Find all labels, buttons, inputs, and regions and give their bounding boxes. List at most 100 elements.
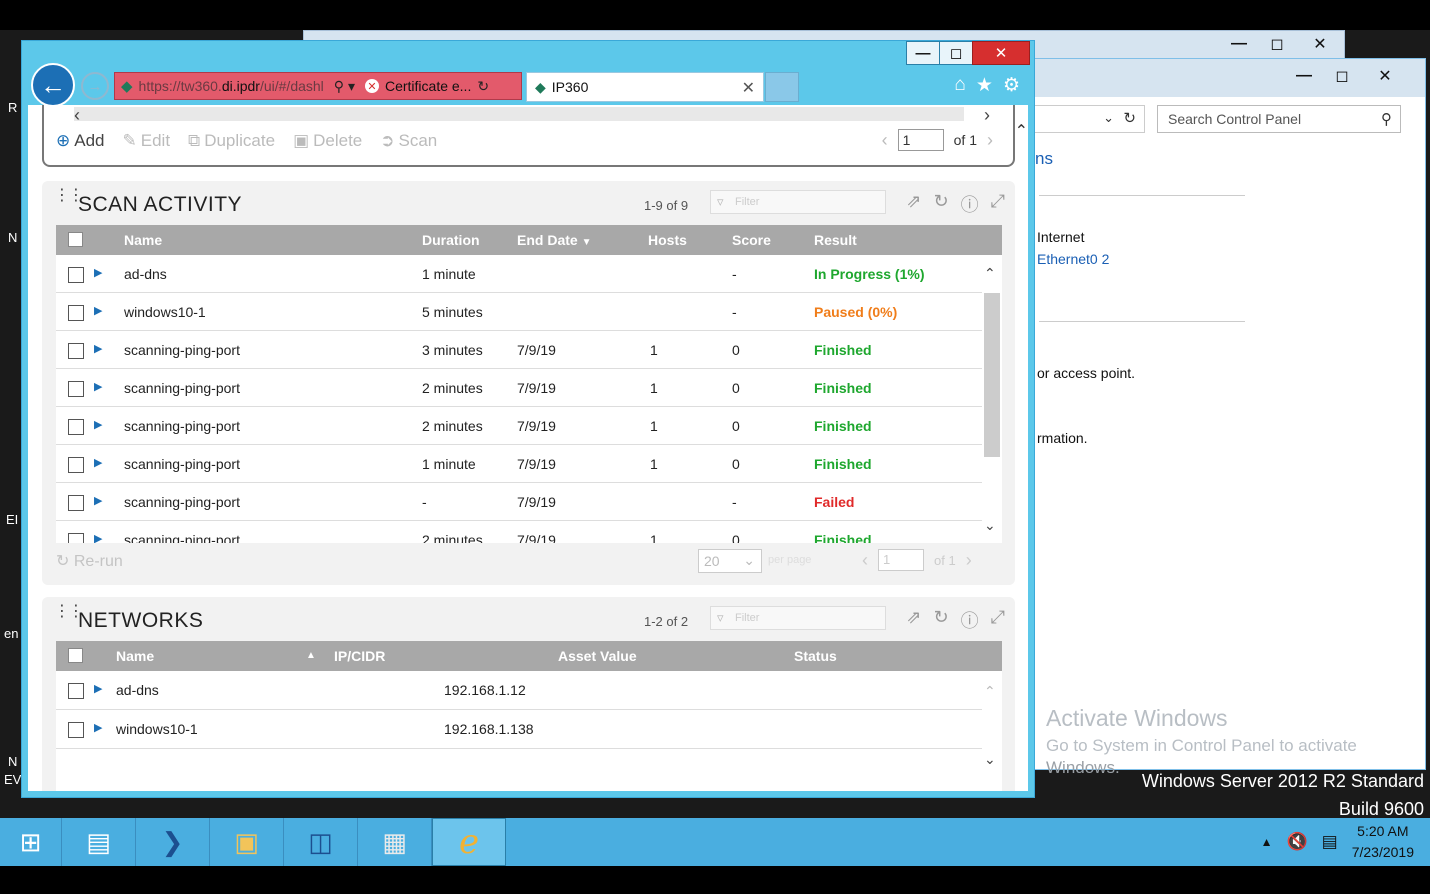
row-checkbox[interactable] (68, 343, 84, 359)
add-button[interactable]: ⊕ Add (56, 131, 105, 151)
chevron-right-icon[interactable]: › (966, 550, 972, 571)
column-hosts[interactable]: Hosts (648, 232, 687, 248)
expand-icon[interactable]: ⤢ (991, 191, 1005, 217)
taskbar-control-panel[interactable]: ▦ (358, 818, 432, 866)
maximize-icon[interactable]: ◻ (1323, 63, 1361, 89)
expand-row-icon[interactable]: ▶ (94, 682, 102, 695)
edit-button[interactable]: ✎ Edit (123, 131, 171, 151)
maximize-icon[interactable]: ◻ (1258, 31, 1296, 57)
maximize-icon[interactable]: ◻ (939, 41, 973, 65)
row-checkbox[interactable] (68, 495, 84, 511)
close-icon[interactable]: ✕ (1361, 63, 1409, 89)
networks-table-scrollbar[interactable]: ⌃ ⌄ (982, 671, 1002, 791)
row-checkbox[interactable] (68, 533, 84, 543)
chevron-right-icon[interactable]: › (984, 105, 990, 126)
show-hidden-icons-icon[interactable]: ▲ (1261, 835, 1273, 849)
expand-row-icon[interactable]: ▶ (94, 380, 102, 393)
minimize-icon[interactable]: — (906, 41, 940, 65)
chevron-down-icon[interactable]: ⌄ (1103, 110, 1114, 126)
expand-icon[interactable]: ⤢ (991, 607, 1005, 633)
row-checkbox[interactable] (68, 722, 84, 738)
table-row[interactable]: ▶ scanning-ping-port 2 minutes 7/9/19 1 0 Fini… (56, 407, 982, 445)
expand-row-icon[interactable]: ▶ (94, 456, 102, 469)
chevron-right-icon[interactable]: › (987, 130, 993, 151)
row-checkbox[interactable] (68, 683, 84, 699)
control-panel-titlebar[interactable]: — ◻ ✕ (1031, 59, 1425, 97)
scan-button[interactable]: ➲ Scan (380, 131, 437, 151)
certificate-error-label[interactable]: Certificate e... (385, 78, 471, 94)
help-icon[interactable]: ⓘ (961, 607, 979, 633)
page-scroll-up-icon[interactable]: ⌃ (1015, 121, 1028, 141)
page-input[interactable]: 1 (878, 549, 924, 571)
row-checkbox[interactable] (68, 305, 84, 321)
chevron-left-icon[interactable]: ‹ (74, 105, 80, 126)
row-checkbox[interactable] (68, 419, 84, 435)
chevron-left-icon[interactable]: ‹ (882, 130, 888, 151)
horizontal-scrollbar[interactable]: ‹ › (74, 105, 990, 125)
column-score[interactable]: Score (732, 232, 771, 248)
rerun-button[interactable]: ↻ Re-run (56, 551, 123, 571)
refresh-icon[interactable]: ↻ (934, 607, 949, 633)
search-icon[interactable]: ⚲ (1381, 110, 1392, 128)
table-row[interactable]: ▶ scanning-ping-port 3 minutes 7/9/19 1 0 Fini… (56, 331, 982, 369)
home-icon[interactable]: ⌂ (954, 74, 965, 97)
select-all-checkbox[interactable] (68, 648, 83, 663)
back-button[interactable]: ← (31, 63, 75, 107)
taskbar-remote-desktop[interactable]: ◫ (284, 818, 358, 866)
ethernet-link[interactable]: Ethernet0 2 (1037, 251, 1109, 267)
column-ip-cidr[interactable]: IP/CIDR (334, 648, 385, 664)
taskbar-server-manager[interactable]: ▤ (62, 818, 136, 866)
refresh-icon[interactable]: ↻ (934, 191, 949, 217)
table-row[interactable]: ▶ windows10-1 5 minutes - Paused (0%) (56, 293, 982, 331)
network-icon[interactable]: ▤ (1322, 832, 1338, 852)
row-checkbox[interactable] (68, 381, 84, 397)
column-asset-value[interactable]: Asset Value (558, 648, 637, 664)
select-all-checkbox[interactable] (68, 232, 83, 247)
table-row[interactable]: ▶ ad-dns 1 minute - In Progress (1%) (56, 255, 982, 293)
column-result[interactable]: Result (814, 232, 857, 248)
per-page-select[interactable]: 20 ⌄ (698, 549, 762, 573)
refresh-icon[interactable]: ↻ (1123, 109, 1136, 127)
gear-icon[interactable]: ⚙ (1003, 74, 1020, 97)
expand-row-icon[interactable]: ▶ (94, 494, 102, 507)
expand-row-icon[interactable]: ▶ (94, 721, 102, 734)
table-row[interactable]: ▶ ad-dns 192.168.1.12 (56, 671, 982, 710)
scan-table-scrollbar[interactable]: ⌃ ⌄ (982, 255, 1002, 543)
minimize-icon[interactable]: — (1220, 31, 1258, 57)
table-row[interactable]: ▶ windows10-1 192.168.1.138 (56, 710, 982, 749)
chevron-down-icon[interactable]: ⌄ (984, 751, 996, 768)
row-checkbox[interactable] (68, 457, 84, 473)
column-end-date[interactable]: End Date ▼ (517, 232, 591, 248)
close-tab-icon[interactable]: ✕ (742, 78, 755, 98)
search-dropdown-icon[interactable]: ⚲ ▾ (334, 78, 355, 95)
networks-filter-input[interactable]: ▿ Filter (710, 606, 886, 630)
chevron-up-icon[interactable]: ⌃ (984, 265, 996, 282)
column-duration[interactable]: Duration (422, 232, 480, 248)
chevron-left-icon[interactable]: ‹ (862, 550, 868, 571)
duplicate-button[interactable]: ⧉ Duplicate (188, 131, 275, 151)
table-row[interactable]: ▶ scanning-ping-port 2 minutes 7/9/19 1 0 Fini… (56, 369, 982, 407)
close-icon[interactable]: ✕ (1296, 31, 1344, 57)
column-status[interactable]: Status (794, 648, 837, 664)
clock[interactable]: 5:20 AM 7/23/2019 (1352, 821, 1414, 863)
export-icon[interactable]: ⇗ (906, 191, 921, 217)
chevron-up-icon[interactable]: ⌃ (984, 683, 996, 700)
certificate-error-icon[interactable]: ✕ (364, 79, 379, 93)
address-bar[interactable]: ◆ https://tw360. di.ipdr /ui/#/dashl ⚲ ▾… (114, 72, 522, 100)
expand-row-icon[interactable]: ▶ (94, 266, 102, 279)
expand-row-icon[interactable]: ▶ (94, 532, 102, 543)
expand-row-icon[interactable]: ▶ (94, 304, 102, 317)
control-panel-address-bar[interactable]: ⌄ ↻ (1031, 105, 1145, 133)
close-icon[interactable]: ✕ (972, 41, 1030, 65)
table-row[interactable]: ▶ scanning-ping-port 1 minute 7/9/19 1 0 Finis… (56, 445, 982, 483)
new-tab-button[interactable] (765, 72, 799, 102)
column-name[interactable]: Name (116, 648, 154, 664)
speaker-muted-icon[interactable]: 🔇 (1286, 832, 1307, 852)
taskbar-internet-explorer[interactable]: e (432, 818, 506, 866)
taskbar-file-explorer[interactable]: ▣ (210, 818, 284, 866)
start-button[interactable]: ⊞ (0, 818, 62, 866)
page-input[interactable]: 1 (897, 129, 944, 151)
chevron-down-icon[interactable]: ⌄ (984, 517, 996, 534)
taskbar-powershell[interactable]: ❯ (136, 818, 210, 866)
column-name[interactable]: Name (124, 232, 162, 248)
